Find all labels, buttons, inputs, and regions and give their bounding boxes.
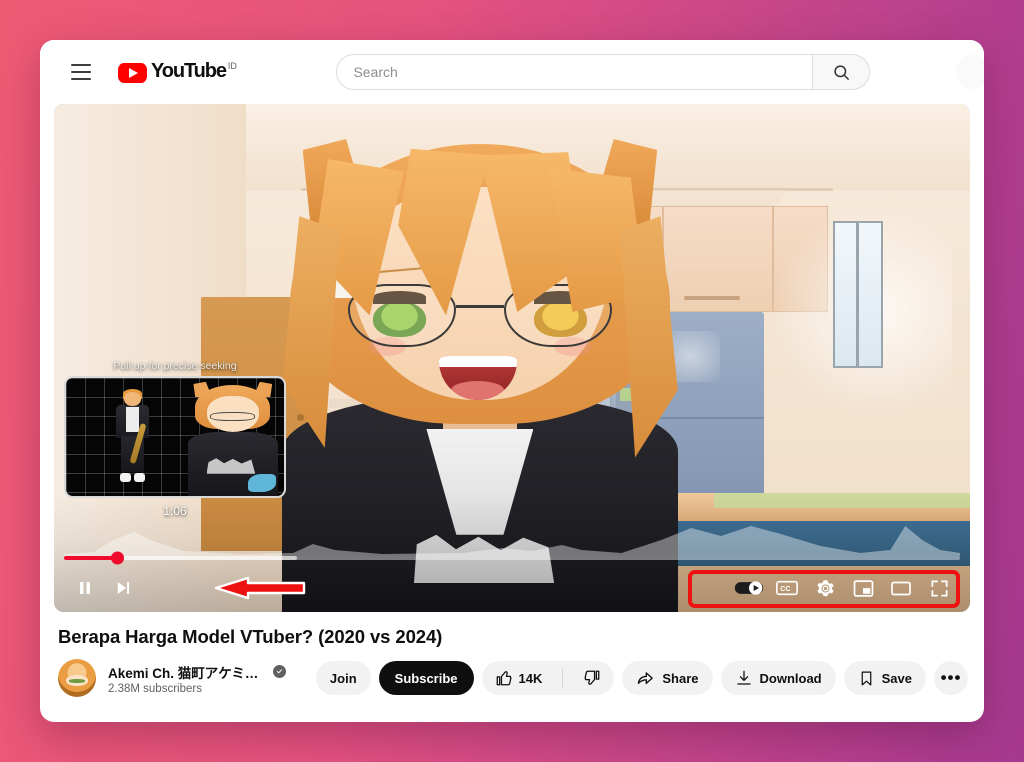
fullscreen-button[interactable] xyxy=(920,569,958,607)
pause-button[interactable] xyxy=(66,569,104,607)
next-button[interactable] xyxy=(104,569,142,607)
theater-button[interactable] xyxy=(882,569,920,607)
search-input[interactable] xyxy=(336,54,813,90)
theater-mode-icon xyxy=(891,581,911,595)
voice-search-button[interactable] xyxy=(956,55,984,89)
closed-captions-icon: CC xyxy=(776,580,798,596)
save-label: Save xyxy=(881,670,912,686)
like-dislike-divider xyxy=(562,668,564,688)
video-player[interactable]: Pull up for precise seeking 1:06 CC xyxy=(54,104,970,612)
share-label: Share xyxy=(662,670,699,686)
channel-info: Akemi Ch. 猫町アケミ【AKA Virt… 2.38M subscrib… xyxy=(108,662,286,695)
download-button[interactable]: Download xyxy=(720,661,836,695)
annotation-arrow-icon xyxy=(212,573,307,603)
seek-preview-tooltip: Pull up for precise seeking 1:06 xyxy=(64,360,286,518)
most-replayed-graph xyxy=(64,520,960,556)
svg-text:CC: CC xyxy=(780,585,790,593)
join-button[interactable]: Join xyxy=(315,661,371,695)
pause-icon xyxy=(80,582,90,594)
seek-preview-timestamp: 1:06 xyxy=(163,504,187,518)
share-button[interactable]: Share xyxy=(622,661,713,695)
youtube-country-code: ID xyxy=(227,61,237,71)
video-action-buttons: Join Subscribe 14K Share Download Save •… xyxy=(315,661,968,695)
gear-icon xyxy=(816,579,834,596)
seek-preview-thumbnail xyxy=(64,376,286,498)
thumbs-up-icon xyxy=(496,671,511,686)
like-button[interactable]: 14K xyxy=(482,661,556,695)
progress-played xyxy=(64,556,118,560)
hamburger-menu-icon[interactable] xyxy=(64,55,98,89)
next-track-icon xyxy=(117,582,129,594)
autoplay-toggle-icon xyxy=(734,581,764,595)
video-title: Berapa Harga Model VTuber? (2020 vs 2024… xyxy=(58,626,443,647)
like-count: 14K xyxy=(518,670,543,686)
youtube-logo[interactable]: YouTube ID xyxy=(118,61,237,83)
like-dislike-group: 14K xyxy=(481,661,615,695)
download-icon xyxy=(736,670,751,685)
subscribe-button[interactable]: Subscribe xyxy=(378,661,474,695)
save-button[interactable]: Save xyxy=(843,661,926,695)
thumbs-down-icon xyxy=(584,670,600,685)
video-meta-row: Akemi Ch. 猫町アケミ【AKA Virt… 2.38M subscrib… xyxy=(40,648,984,697)
settings-button[interactable] xyxy=(806,569,844,607)
search-area xyxy=(237,54,970,90)
fullscreen-icon xyxy=(931,580,947,596)
miniplayer-button[interactable] xyxy=(844,569,882,607)
progress-scrubber-handle[interactable] xyxy=(111,551,125,565)
channel-name[interactable]: Akemi Ch. 猫町アケミ【AKA Virt… xyxy=(108,662,268,682)
autoplay-toggle[interactable] xyxy=(730,569,768,607)
miniplayer-icon xyxy=(853,579,873,597)
seek-preview-hint: Pull up for precise seeking xyxy=(113,360,237,372)
youtube-play-icon xyxy=(118,63,147,83)
share-icon xyxy=(638,671,654,684)
subtitles-button[interactable]: CC xyxy=(768,569,806,607)
channel-avatar[interactable] xyxy=(58,659,96,697)
subscriber-count: 2.38M subscribers xyxy=(108,682,202,695)
download-label: Download xyxy=(759,670,822,686)
verified-badge-icon xyxy=(272,665,286,678)
search-bar xyxy=(336,54,871,90)
bookmark-icon xyxy=(861,671,871,685)
more-actions-button[interactable]: ••• xyxy=(934,661,968,695)
player-controls: CC xyxy=(54,564,970,612)
dislike-button[interactable] xyxy=(570,661,614,695)
youtube-header: YouTube ID xyxy=(40,40,984,104)
search-icon xyxy=(834,64,849,80)
search-button[interactable] xyxy=(812,54,871,90)
video-progress-bar[interactable] xyxy=(64,551,960,565)
browser-window: YouTube ID Search Pull up for precise se… xyxy=(40,40,984,722)
youtube-logo-text: YouTube xyxy=(151,60,227,82)
